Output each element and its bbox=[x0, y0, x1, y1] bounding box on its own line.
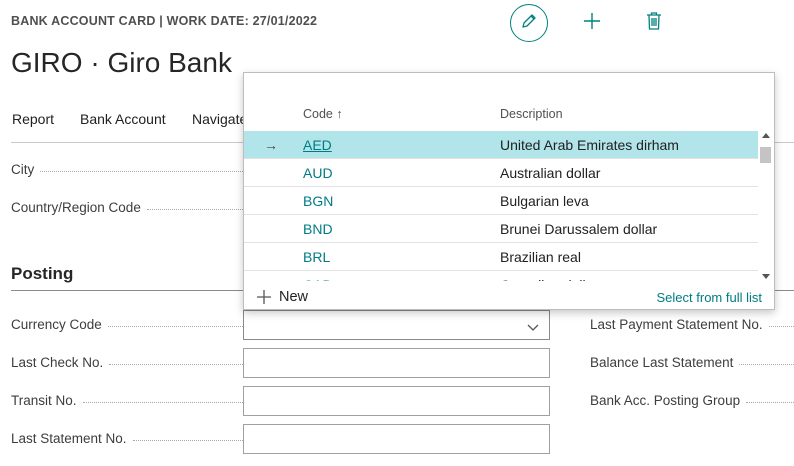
lookup-code[interactable]: BND bbox=[303, 221, 333, 237]
lookup-row[interactable]: → AED United Arab Emirates dirham bbox=[244, 131, 758, 159]
lookup-scrollbar[interactable] bbox=[758, 131, 773, 281]
lookup-description: Brunei Darussalem dollar bbox=[500, 221, 658, 237]
lookup-code[interactable]: BGN bbox=[303, 193, 333, 209]
lookup-description: Australian dollar bbox=[500, 165, 601, 181]
pencil-icon bbox=[520, 12, 538, 35]
delete-button[interactable] bbox=[642, 10, 666, 36]
field-label-city: City bbox=[11, 162, 243, 177]
lookup-row[interactable]: AUD Australian dollar bbox=[244, 159, 758, 187]
row-selected-arrow-icon: → bbox=[264, 137, 278, 153]
menu-report[interactable]: Report bbox=[12, 111, 54, 127]
scrollbar-thumb[interactable] bbox=[760, 147, 771, 163]
field-label-bank-acc-posting-group: Bank Acc. Posting Group bbox=[590, 393, 794, 408]
column-header-code[interactable]: Code ↑ bbox=[303, 107, 343, 121]
column-header-description[interactable]: Description bbox=[500, 107, 563, 121]
menu-bank-account[interactable]: Bank Account bbox=[80, 111, 166, 127]
scroll-up-icon[interactable] bbox=[762, 133, 770, 138]
lookup-description: Bulgarian leva bbox=[500, 193, 589, 209]
field-label-last-payment-statement-no: Last Payment Statement No. bbox=[590, 317, 794, 332]
field-label-country-region: Country/Region Code bbox=[11, 200, 243, 215]
select-from-full-list-link[interactable]: Select from full list bbox=[657, 290, 762, 305]
lookup-description: Brazilian real bbox=[500, 249, 581, 265]
page-caption: BANK ACCOUNT CARD | WORK DATE: 27/01/202… bbox=[11, 14, 318, 28]
lookup-description: United Arab Emirates dirham bbox=[500, 137, 679, 153]
edit-button[interactable] bbox=[510, 4, 548, 42]
new-record-button[interactable] bbox=[580, 10, 604, 36]
lookup-row[interactable]: BRL Brazilian real bbox=[244, 243, 758, 271]
plus-icon bbox=[583, 12, 601, 35]
lookup-row[interactable]: BND Brunei Darussalem dollar bbox=[244, 215, 758, 243]
last-statement-no-input[interactable] bbox=[243, 424, 550, 454]
page-title: GIRO · Giro Bank bbox=[11, 47, 232, 78]
section-title-posting: Posting bbox=[11, 264, 74, 283]
currency-code-select[interactable] bbox=[243, 310, 550, 340]
lookup-code[interactable]: AUD bbox=[303, 165, 333, 181]
chevron-down-icon[interactable] bbox=[527, 319, 539, 337]
field-label-currency-code: Currency Code bbox=[11, 317, 243, 332]
scroll-down-icon[interactable] bbox=[762, 274, 770, 279]
field-label-balance-last-statement: Balance Last Statement bbox=[590, 355, 794, 370]
lookup-footer: New Select from full list bbox=[244, 281, 774, 309]
transit-no-input[interactable] bbox=[243, 386, 550, 416]
new-button-label: New bbox=[279, 289, 309, 305]
field-label-transit-no: Transit No. bbox=[11, 393, 243, 408]
field-label-last-statement-no: Last Statement No. bbox=[11, 431, 243, 446]
menu-navigate[interactable]: Navigate bbox=[192, 111, 247, 127]
currency-lookup-dropdown: Code ↑ Description → AED United Arab Emi… bbox=[243, 72, 775, 310]
last-check-no-input[interactable] bbox=[243, 348, 550, 378]
lookup-row[interactable]: BGN Bulgarian leva bbox=[244, 187, 758, 215]
field-label-last-check-no: Last Check No. bbox=[11, 355, 243, 370]
lookup-code[interactable]: AED bbox=[303, 137, 332, 153]
lookup-code[interactable]: BRL bbox=[303, 249, 330, 265]
new-button[interactable]: New bbox=[257, 289, 308, 305]
trash-icon bbox=[646, 11, 662, 35]
plus-icon bbox=[257, 290, 271, 304]
